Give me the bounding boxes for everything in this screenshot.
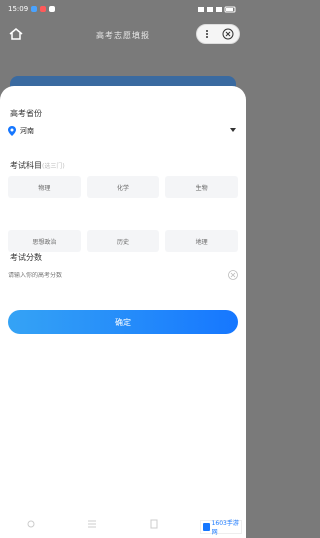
status-bar: 15:09 [0, 0, 246, 18]
province-value: 河南 [20, 127, 34, 135]
score-input-row [8, 266, 238, 284]
location-pin-icon [8, 126, 16, 136]
score-input[interactable] [8, 271, 228, 279]
watermark-logo: 1603手游网 [200, 520, 242, 536]
watermark-icon [203, 523, 210, 531]
subject-chip[interactable]: 生物 [165, 176, 238, 198]
status-left: 15:09 [8, 5, 56, 13]
subjects-title-text: 考试科目 [10, 161, 42, 170]
top-header: 高考志愿填报 [0, 22, 246, 48]
tab-doc[interactable] [142, 515, 166, 533]
page-title: 高考志愿填报 [96, 30, 150, 40]
document-icon [150, 519, 158, 529]
pin-icon [27, 520, 35, 528]
subject-chip[interactable]: 历史 [86, 230, 160, 252]
menu-icon [88, 520, 97, 528]
status-right [198, 6, 238, 13]
status-time: 15:09 [8, 5, 29, 13]
more-icon[interactable] [202, 29, 212, 39]
notification-icon [40, 6, 47, 12]
notification-icon [31, 6, 38, 12]
notification-icon [49, 6, 56, 12]
home-icon[interactable] [8, 26, 24, 42]
subject-chip[interactable]: 物理 [8, 176, 81, 198]
signal-battery-icons [198, 6, 236, 12]
close-icon[interactable] [222, 28, 234, 40]
chevron-down-icon [230, 128, 236, 132]
subject-chip[interactable]: 化学 [86, 176, 160, 198]
subject-chip[interactable]: 思想政治 [8, 230, 81, 252]
subject-grid: 物理 化学 生物 思想政治 历史 地理 [8, 176, 238, 252]
clear-icon[interactable] [228, 270, 238, 280]
tab-list[interactable] [80, 515, 104, 533]
subjects-hint: (选三门) [42, 163, 65, 170]
province-title: 高考省份 [10, 109, 42, 118]
subjects-title: 考试科目(选三门) [10, 160, 65, 171]
province-selector[interactable]: 河南 [8, 124, 238, 138]
tab-home[interactable] [19, 515, 43, 533]
watermark-label: 1603手游网 [211, 520, 239, 536]
score-title: 考试分数 [10, 253, 42, 262]
submit-button[interactable]: 确定 [8, 310, 238, 334]
subject-chip[interactable]: 地理 [165, 230, 238, 252]
mini-program-capsule [196, 24, 240, 44]
